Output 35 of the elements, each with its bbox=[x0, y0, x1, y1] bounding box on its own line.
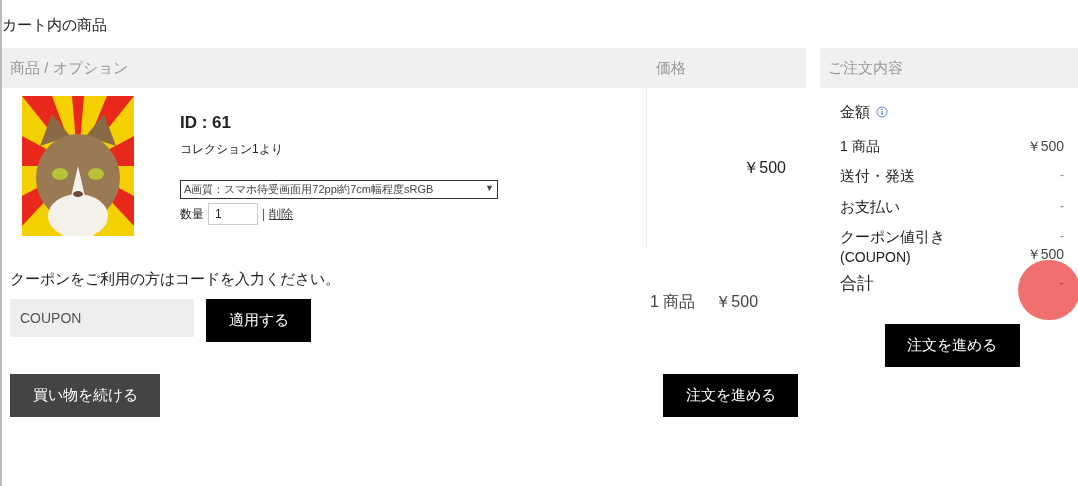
amount-label: 金額 bbox=[840, 101, 870, 122]
summary-label: お支払い bbox=[840, 196, 900, 217]
coupon-prompt: クーポンをご利用の方はコードを入力ください。 bbox=[10, 269, 341, 289]
column-header: 商品 / オプション bbox=[9, 57, 129, 78]
item-price: ￥500 bbox=[743, 158, 786, 178]
collection-text: コレクション1より bbox=[180, 140, 284, 158]
option-select[interactable]: A画質：スマホ待受画面用72ppi約7cm幅程度sRGB ▼ bbox=[180, 179, 498, 199]
total-label: 合計 bbox=[840, 272, 874, 295]
item-count: 1 商品 bbox=[650, 292, 696, 312]
checkout-button[interactable]: 注文を進める bbox=[663, 373, 798, 417]
coupon-field[interactable]: COUPON bbox=[10, 298, 194, 337]
summary-label: 1 商品 bbox=[840, 137, 880, 156]
summary-header: ご注文内容 bbox=[820, 48, 1078, 88]
summary-label: 送付・発送 bbox=[840, 166, 915, 186]
summary-value: - bbox=[1059, 166, 1064, 184]
summary-value: ￥500 bbox=[1026, 245, 1064, 262]
separator: | bbox=[262, 205, 266, 223]
summary-value: - bbox=[1059, 227, 1064, 245]
column-header: 価格 bbox=[655, 57, 686, 78]
touch-indicator bbox=[1018, 260, 1078, 320]
checkout-button[interactable]: 注文を進める bbox=[884, 324, 1020, 367]
info-icon bbox=[876, 106, 888, 118]
total-value: - bbox=[1059, 273, 1064, 293]
summary-value: - bbox=[1059, 196, 1064, 215]
quantity-label: 数量 bbox=[180, 205, 204, 223]
delete-link[interactable]: 削除 bbox=[269, 204, 294, 223]
summary-sublabel: (COUPON) bbox=[840, 248, 912, 265]
summary-value: ￥500 bbox=[1026, 137, 1064, 156]
summary-label: クーポン値引き bbox=[840, 227, 945, 247]
continue-shopping-button[interactable]: 買い物を続ける bbox=[10, 373, 160, 417]
page-title: カート内の商品 bbox=[2, 15, 108, 35]
quantity-field[interactable]: 1 bbox=[208, 202, 258, 225]
product-id: ID : 61 bbox=[180, 112, 233, 134]
apply-button[interactable]: 適用する bbox=[206, 298, 311, 342]
subtotal: ￥500 bbox=[715, 292, 759, 312]
